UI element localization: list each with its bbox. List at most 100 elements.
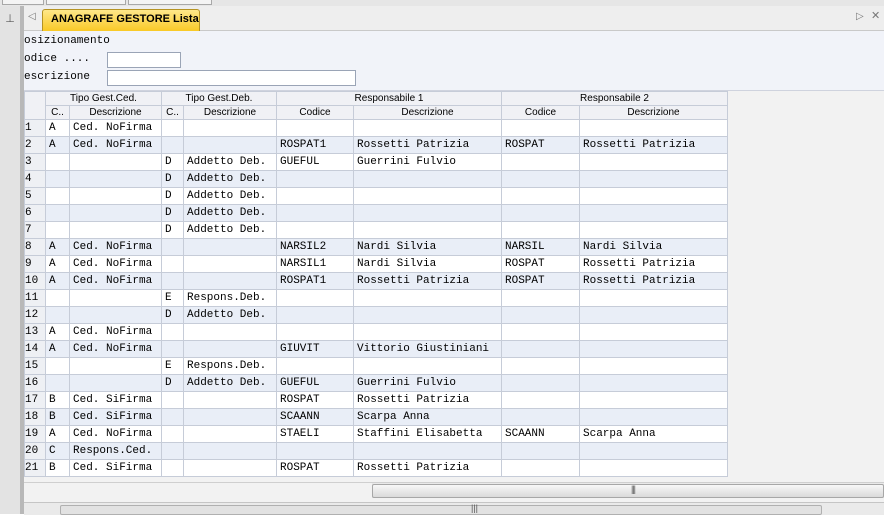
prev-tab-stub-2[interactable] bbox=[46, 0, 126, 5]
row-number[interactable]: 10 bbox=[24, 272, 46, 290]
table-cell-c2[interactable]: D bbox=[161, 306, 184, 324]
row-number[interactable]: 1 bbox=[24, 119, 46, 137]
table-cell-d1[interactable] bbox=[69, 187, 162, 205]
table-cell-d1[interactable] bbox=[69, 153, 162, 171]
table-cell-r2d[interactable] bbox=[579, 357, 728, 375]
table-cell-r2c[interactable] bbox=[501, 357, 580, 375]
table-cell-r2d[interactable]: Nardi Silvia bbox=[579, 238, 728, 256]
table-row[interactable]: 20 C Respons.Ced. bbox=[24, 442, 728, 460]
row-number[interactable]: 7 bbox=[24, 221, 46, 239]
table-cell-r1d[interactable] bbox=[353, 170, 502, 188]
table-cell-c1[interactable]: A bbox=[45, 272, 70, 290]
table-cell-c2[interactable] bbox=[161, 255, 184, 273]
table-cell-r2c[interactable] bbox=[501, 187, 580, 205]
table-cell-c1[interactable] bbox=[45, 374, 70, 392]
table-cell-d1[interactable]: Ced. NoFirma bbox=[69, 238, 162, 256]
table-cell-r1d[interactable] bbox=[353, 221, 502, 239]
row-number[interactable]: 5 bbox=[24, 187, 46, 205]
table-cell-d1[interactable]: Ced. SiFirma bbox=[69, 408, 162, 426]
table-cell-c2[interactable] bbox=[161, 238, 184, 256]
table-row[interactable]: 16 D Addetto Deb. GUEFUL Guerrini Fulvio bbox=[24, 374, 728, 392]
pin-icon[interactable]: ⊥ bbox=[4, 13, 16, 25]
table-cell-r2d[interactable] bbox=[579, 323, 728, 341]
row-number[interactable]: 4 bbox=[24, 170, 46, 188]
row-number[interactable]: 11 bbox=[24, 289, 46, 307]
table-cell-r1c[interactable]: GIUVIT bbox=[276, 340, 354, 358]
table-cell-r1c[interactable]: ROSPAT1 bbox=[276, 136, 354, 154]
table-cell-c2[interactable] bbox=[161, 425, 184, 443]
close-icon[interactable]: ✕ bbox=[871, 10, 881, 22]
table-cell-c2[interactable] bbox=[161, 340, 184, 358]
table-cell-r1c[interactable] bbox=[276, 306, 354, 324]
table-cell-d1[interactable]: Ced. NoFirma bbox=[69, 272, 162, 290]
table-cell-r2d[interactable] bbox=[579, 221, 728, 239]
prev-tab-stub[interactable] bbox=[2, 0, 44, 5]
table-row[interactable]: 11 E Respons.Deb. bbox=[24, 289, 728, 307]
table-row[interactable]: 21 B Ced. SiFirma ROSPAT Rossetti Patrizia bbox=[24, 459, 728, 477]
table-cell-r1d[interactable] bbox=[353, 187, 502, 205]
table-row[interactable]: 17 B Ced. SiFirma ROSPAT Rossetti Patrizia bbox=[24, 391, 728, 409]
table-cell-d1[interactable] bbox=[69, 170, 162, 188]
table-cell-c1[interactable]: A bbox=[45, 340, 70, 358]
row-number[interactable]: 13 bbox=[24, 323, 46, 341]
table-cell-c2[interactable]: D bbox=[161, 153, 184, 171]
table-cell-c2[interactable]: D bbox=[161, 204, 184, 222]
table-cell-c2[interactable] bbox=[161, 459, 184, 477]
table-cell-r2d[interactable]: Rossetti Patrizia bbox=[579, 136, 728, 154]
table-cell-r2c[interactable]: ROSPAT bbox=[501, 272, 580, 290]
column-header[interactable]: Descrizione bbox=[353, 105, 502, 120]
table-row[interactable]: 9 A Ced. NoFirma NARSIL1 Nardi Silvia ROSPAT R… bbox=[24, 255, 728, 273]
column-header[interactable]: Codice bbox=[276, 105, 354, 120]
table-cell-r1c[interactable] bbox=[276, 221, 354, 239]
table-cell-c2[interactable] bbox=[161, 442, 184, 460]
table-cell-r2d[interactable]: Rossetti Patrizia bbox=[579, 255, 728, 273]
table-cell-r2c[interactable] bbox=[501, 289, 580, 307]
table-cell-d2[interactable]: Addetto Deb. bbox=[183, 170, 277, 188]
table-cell-c1[interactable]: A bbox=[45, 136, 70, 154]
table-row[interactable]: 6 D Addetto Deb. bbox=[24, 204, 728, 222]
table-cell-c2[interactable] bbox=[161, 119, 184, 137]
table-cell-r2c[interactable] bbox=[501, 442, 580, 460]
table-cell-r2c[interactable] bbox=[501, 408, 580, 426]
table-cell-r1c[interactable] bbox=[276, 442, 354, 460]
table-cell-d1[interactable]: Ced. SiFirma bbox=[69, 391, 162, 409]
table-row[interactable]: 13 A Ced. NoFirma bbox=[24, 323, 728, 341]
table-row[interactable]: 18 B Ced. SiFirma SCAANN Scarpa Anna bbox=[24, 408, 728, 426]
table-cell-d2[interactable]: Addetto Deb. bbox=[183, 204, 277, 222]
table-cell-r2d[interactable] bbox=[579, 187, 728, 205]
table-cell-d2[interactable] bbox=[183, 459, 277, 477]
table-cell-c1[interactable] bbox=[45, 187, 70, 205]
table-cell-r1c[interactable]: NARSIL2 bbox=[276, 238, 354, 256]
table-cell-r2d[interactable] bbox=[579, 153, 728, 171]
table-cell-r1c[interactable]: ROSPAT1 bbox=[276, 272, 354, 290]
table-cell-r2c[interactable]: NARSIL bbox=[501, 238, 580, 256]
table-cell-r1d[interactable]: Nardi Silvia bbox=[353, 255, 502, 273]
table-cell-r1d[interactable] bbox=[353, 442, 502, 460]
table-cell-d2[interactable]: Addetto Deb. bbox=[183, 221, 277, 239]
table-cell-r2c[interactable]: ROSPAT bbox=[501, 255, 580, 273]
table-cell-c2[interactable]: D bbox=[161, 187, 184, 205]
table-cell-r2c[interactable] bbox=[501, 459, 580, 477]
row-number[interactable]: 17 bbox=[24, 391, 46, 409]
table-cell-r2c[interactable] bbox=[501, 204, 580, 222]
table-cell-d2[interactable] bbox=[183, 272, 277, 290]
table-cell-c2[interactable]: D bbox=[161, 221, 184, 239]
row-number[interactable]: 18 bbox=[24, 408, 46, 426]
table-cell-r1c[interactable]: GUEFUL bbox=[276, 374, 354, 392]
table-cell-c1[interactable] bbox=[45, 170, 70, 188]
table-cell-r1c[interactable] bbox=[276, 119, 354, 137]
table-cell-d2[interactable]: Respons.Deb. bbox=[183, 289, 277, 307]
descrizione-input[interactable] bbox=[107, 70, 356, 86]
table-cell-c2[interactable] bbox=[161, 136, 184, 154]
table-cell-r1c[interactable] bbox=[276, 170, 354, 188]
column-header[interactable]: C.. bbox=[161, 105, 184, 120]
table-cell-d2[interactable]: Addetto Deb. bbox=[183, 153, 277, 171]
table-cell-d2[interactable] bbox=[183, 340, 277, 358]
row-number[interactable]: 15 bbox=[24, 357, 46, 375]
table-cell-r2c[interactable] bbox=[501, 119, 580, 137]
row-number[interactable]: 21 bbox=[24, 459, 46, 477]
table-cell-d1[interactable] bbox=[69, 221, 162, 239]
table-cell-c1[interactable]: B bbox=[45, 391, 70, 409]
table-cell-d2[interactable] bbox=[183, 136, 277, 154]
column-header[interactable]: Codice bbox=[501, 105, 580, 120]
